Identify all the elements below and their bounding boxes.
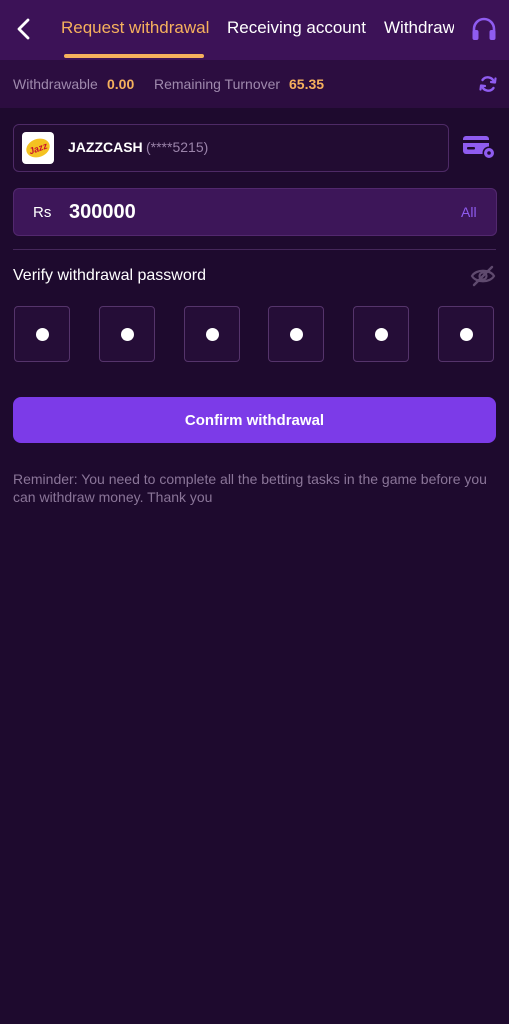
password-digit-4[interactable]	[268, 306, 324, 362]
password-dot	[375, 328, 388, 341]
account-name: JAZZCASH	[68, 139, 143, 155]
password-dot	[460, 328, 473, 341]
reminder-text: Reminder: You need to complete all the b…	[13, 471, 487, 505]
password-dot	[290, 328, 303, 341]
back-button[interactable]	[10, 14, 38, 44]
password-dot	[36, 328, 49, 341]
amount-field[interactable]: Rs All	[13, 188, 497, 236]
receiving-account-selector[interactable]: Jazz JAZZCASH (****5215)	[13, 124, 449, 172]
balance-bar: Withdrawable 0.00 Remaining Turnover 65.…	[0, 60, 509, 108]
password-digit-2[interactable]	[99, 306, 155, 362]
headset-icon	[472, 17, 496, 40]
password-dot	[206, 328, 219, 341]
tab-receiving-account[interactable]: Receiving account	[227, 18, 366, 38]
amount-input[interactable]	[69, 198, 429, 226]
jazzcash-logo-mark: Jazz	[26, 138, 50, 158]
password-visibility-toggle[interactable]	[470, 264, 496, 288]
active-tab-indicator	[64, 54, 204, 58]
password-digit-5[interactable]	[353, 306, 409, 362]
refresh-icon	[479, 76, 497, 92]
withdrawal-page: Request withdrawal Receiving account Wit…	[0, 0, 509, 1024]
jazzcash-logo: Jazz	[22, 132, 54, 164]
tab-request-withdrawal[interactable]: Request withdrawal	[61, 18, 209, 38]
customer-support-button[interactable]	[470, 15, 498, 43]
chevron-left-icon	[17, 18, 30, 40]
withdrawable-label: Withdrawable	[13, 76, 98, 92]
turnover-label: Remaining Turnover	[154, 76, 281, 92]
refresh-button[interactable]	[478, 74, 498, 94]
account-masked-number: (****5215)	[146, 139, 209, 155]
password-digit-6[interactable]	[438, 306, 494, 362]
tab-bar: Request withdrawal Receiving account Wit…	[52, 0, 454, 60]
tab-withdraw-records[interactable]: Withdraw	[384, 18, 454, 38]
password-digit-1[interactable]	[14, 306, 70, 362]
card-settings-icon	[463, 136, 496, 160]
verify-password-label: Verify withdrawal password	[13, 267, 206, 284]
currency-label: Rs	[33, 204, 52, 221]
withdrawable-value: 0.00	[107, 76, 135, 92]
password-digit-3[interactable]	[184, 306, 240, 362]
manage-accounts-button[interactable]	[462, 134, 496, 160]
confirm-withdrawal-button[interactable]: Confirm withdrawal	[13, 397, 496, 443]
top-nav-bar: Request withdrawal Receiving account Wit…	[0, 0, 509, 60]
all-amount-button[interactable]: All	[461, 204, 477, 220]
turnover-value: 65.35	[289, 76, 325, 92]
eye-off-icon	[470, 265, 496, 287]
divider	[13, 249, 496, 250]
password-dot	[121, 328, 134, 341]
